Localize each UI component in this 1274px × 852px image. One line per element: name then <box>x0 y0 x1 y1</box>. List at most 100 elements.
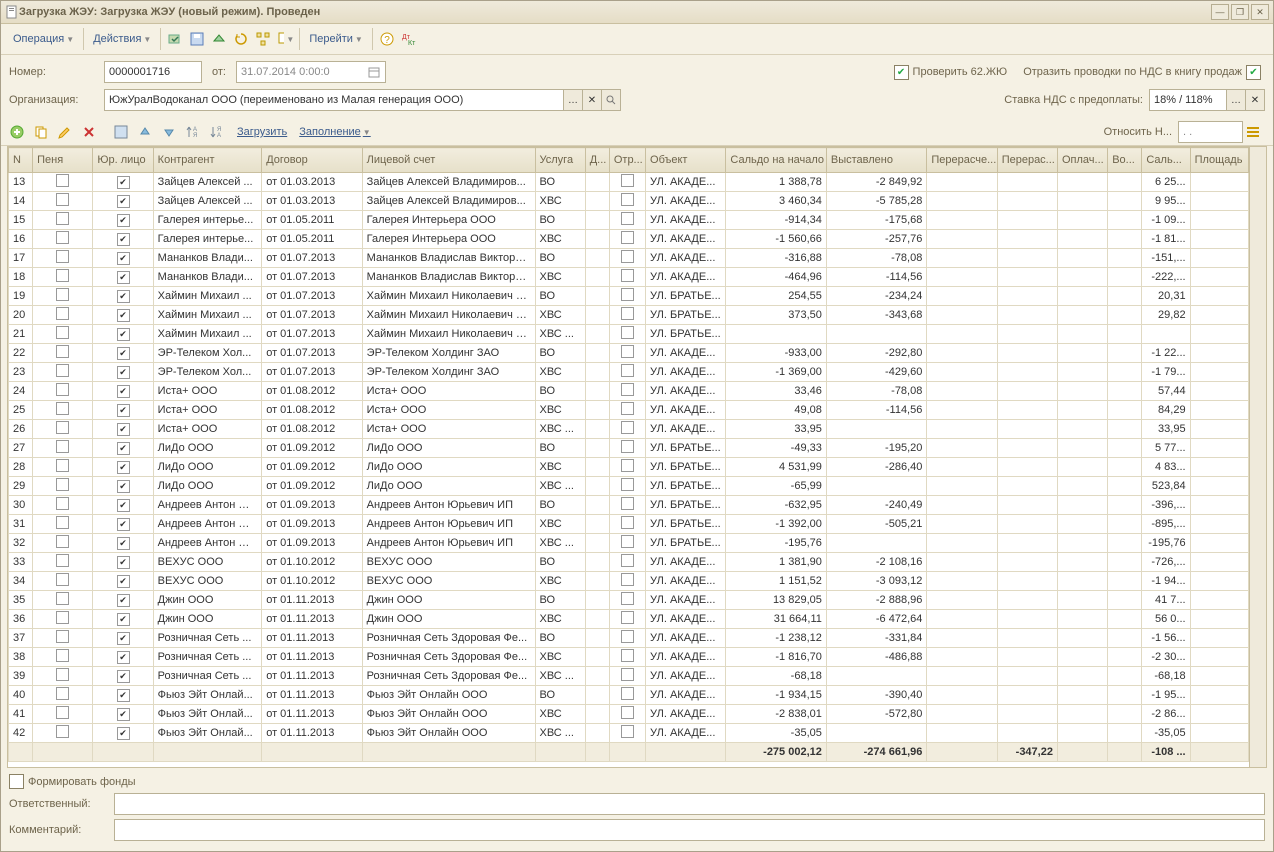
row-checkbox[interactable]: ✔ <box>117 271 130 284</box>
org-clear-button[interactable]: ✕ <box>582 89 602 111</box>
edit-icon[interactable] <box>55 122 75 142</box>
check62-checkbox[interactable]: ✔ <box>894 65 909 80</box>
row-checkbox[interactable] <box>621 535 634 548</box>
row-checkbox[interactable] <box>621 212 634 225</box>
row-checkbox[interactable]: ✔ <box>117 556 130 569</box>
row-checkbox[interactable] <box>56 535 69 548</box>
grid-scroll[interactable]: NПеняЮр. лицоКонтрагентДоговорЛицевой сч… <box>8 147 1249 767</box>
row-checkbox[interactable]: ✔ <box>117 385 130 398</box>
row-checkbox[interactable] <box>621 573 634 586</box>
row-checkbox[interactable]: ✔ <box>117 328 130 341</box>
structure-icon[interactable] <box>254 30 272 48</box>
row-checkbox[interactable] <box>621 269 634 282</box>
add-icon[interactable] <box>7 122 27 142</box>
row-checkbox[interactable]: ✔ <box>117 708 130 721</box>
col-header[interactable]: Саль... <box>1142 148 1190 173</box>
table-row[interactable]: 16✔Галерея интерье...от 01.05.2011Галере… <box>9 230 1249 249</box>
row-checkbox[interactable]: ✔ <box>117 727 130 740</box>
row-checkbox[interactable]: ✔ <box>117 290 130 303</box>
delete-icon[interactable] <box>79 122 99 142</box>
row-checkbox[interactable] <box>56 250 69 263</box>
funds-checkbox[interactable] <box>9 774 24 789</box>
row-checkbox[interactable] <box>621 288 634 301</box>
row-checkbox[interactable] <box>56 383 69 396</box>
col-header[interactable]: Площадь <box>1190 148 1248 173</box>
movedown-icon[interactable] <box>159 122 179 142</box>
row-checkbox[interactable]: ✔ <box>117 537 130 550</box>
row-checkbox[interactable] <box>621 706 634 719</box>
row-checkbox[interactable]: ✔ <box>117 480 130 493</box>
vat-select-button[interactable]: … <box>1226 89 1246 111</box>
row-checkbox[interactable] <box>56 706 69 719</box>
row-checkbox[interactable]: ✔ <box>117 309 130 322</box>
table-row[interactable]: 21✔Хаймин Михаил ...от 01.07.2013Хаймин … <box>9 325 1249 344</box>
sort-icon[interactable]: AЯ <box>183 122 203 142</box>
load-link[interactable]: Загрузить <box>237 126 287 138</box>
rel-list-icon[interactable] <box>1243 122 1263 142</box>
row-checkbox[interactable] <box>621 687 634 700</box>
col-header[interactable]: Отр... <box>609 148 645 173</box>
table-row[interactable]: 30✔Андреев Антон Ю...от 01.09.2013Андрее… <box>9 496 1249 515</box>
table-row[interactable]: 31✔Андреев Антон Ю...от 01.09.2013Андрее… <box>9 515 1249 534</box>
col-header[interactable]: Во... <box>1108 148 1142 173</box>
row-checkbox[interactable] <box>621 345 634 358</box>
post-icon[interactable] <box>166 30 184 48</box>
col-header[interactable]: Объект <box>646 148 726 173</box>
row-checkbox[interactable]: ✔ <box>117 366 130 379</box>
row-checkbox[interactable]: ✔ <box>117 347 130 360</box>
row-checkbox[interactable] <box>56 307 69 320</box>
table-row[interactable]: 28✔ЛиДо ОООот 01.09.2012ЛиДо ОООХВСУЛ. Б… <box>9 458 1249 477</box>
row-checkbox[interactable] <box>56 478 69 491</box>
table-row[interactable]: 38✔Розничная Сеть ...от 01.11.2013Рознич… <box>9 648 1249 667</box>
org-select-button[interactable]: … <box>563 89 583 111</box>
row-checkbox[interactable] <box>56 516 69 529</box>
row-checkbox[interactable] <box>621 326 634 339</box>
row-checkbox[interactable]: ✔ <box>117 442 130 455</box>
row-checkbox[interactable] <box>56 725 69 738</box>
row-checkbox[interactable] <box>56 345 69 358</box>
minimize-button[interactable]: — <box>1211 4 1229 20</box>
table-row[interactable]: 29✔ЛиДо ОООот 01.09.2012ЛиДо ОООХВС ...У… <box>9 477 1249 496</box>
table-row[interactable]: 24✔Иста+ ОООот 01.08.2012Иста+ ОООВОУЛ. … <box>9 382 1249 401</box>
row-checkbox[interactable]: ✔ <box>117 632 130 645</box>
table-row[interactable]: 13✔Зайцев Алексей ...от 01.03.2013Зайцев… <box>9 173 1249 192</box>
maximize-button[interactable]: ❐ <box>1231 4 1249 20</box>
table-row[interactable]: 17✔Мананков Влади...от 01.07.2013Мананко… <box>9 249 1249 268</box>
row-checkbox[interactable]: ✔ <box>117 518 130 531</box>
row-checkbox[interactable]: ✔ <box>117 594 130 607</box>
table-row[interactable]: 22✔ЭР-Телеком Хол...от 01.07.2013ЭР-Теле… <box>9 344 1249 363</box>
col-header[interactable]: Юр. лицо <box>93 148 153 173</box>
number-input[interactable]: 0000001716 <box>104 61 202 83</box>
row-checkbox[interactable]: ✔ <box>117 499 130 512</box>
org-open-button[interactable] <box>601 89 621 111</box>
basedon-icon[interactable]: ▼ <box>276 30 294 48</box>
settings-icon[interactable] <box>111 122 131 142</box>
row-checkbox[interactable] <box>621 668 634 681</box>
row-checkbox[interactable] <box>56 554 69 567</box>
row-checkbox[interactable] <box>56 497 69 510</box>
row-checkbox[interactable] <box>56 421 69 434</box>
row-checkbox[interactable] <box>56 592 69 605</box>
menu-operation[interactable]: Операция▼ <box>7 30 80 48</box>
row-checkbox[interactable]: ✔ <box>117 214 130 227</box>
calendar-icon[interactable] <box>368 66 380 78</box>
row-checkbox[interactable] <box>621 611 634 624</box>
col-header[interactable]: Д... <box>585 148 609 173</box>
row-checkbox[interactable] <box>621 250 634 263</box>
moveup-icon[interactable] <box>135 122 155 142</box>
row-checkbox[interactable] <box>56 364 69 377</box>
row-checkbox[interactable] <box>621 440 634 453</box>
table-row[interactable]: 34✔ВЕХУС ОООот 01.10.2012ВЕХУС ОООХВСУЛ.… <box>9 572 1249 591</box>
table-row[interactable]: 39✔Розничная Сеть ...от 01.11.2013Рознич… <box>9 667 1249 686</box>
dtkt-icon[interactable]: ДтКт <box>400 30 418 48</box>
rel-input[interactable]: . . <box>1178 121 1243 143</box>
table-row[interactable]: 23✔ЭР-Телеком Хол...от 01.07.2013ЭР-Теле… <box>9 363 1249 382</box>
row-checkbox[interactable] <box>56 269 69 282</box>
save-icon[interactable] <box>188 30 206 48</box>
row-checkbox[interactable]: ✔ <box>117 689 130 702</box>
row-checkbox[interactable] <box>621 383 634 396</box>
row-checkbox[interactable]: ✔ <box>117 651 130 664</box>
col-header[interactable]: Перерасче... <box>927 148 997 173</box>
table-row[interactable]: 25✔Иста+ ОООот 01.08.2012Иста+ ОООХВСУЛ.… <box>9 401 1249 420</box>
row-checkbox[interactable] <box>621 402 634 415</box>
